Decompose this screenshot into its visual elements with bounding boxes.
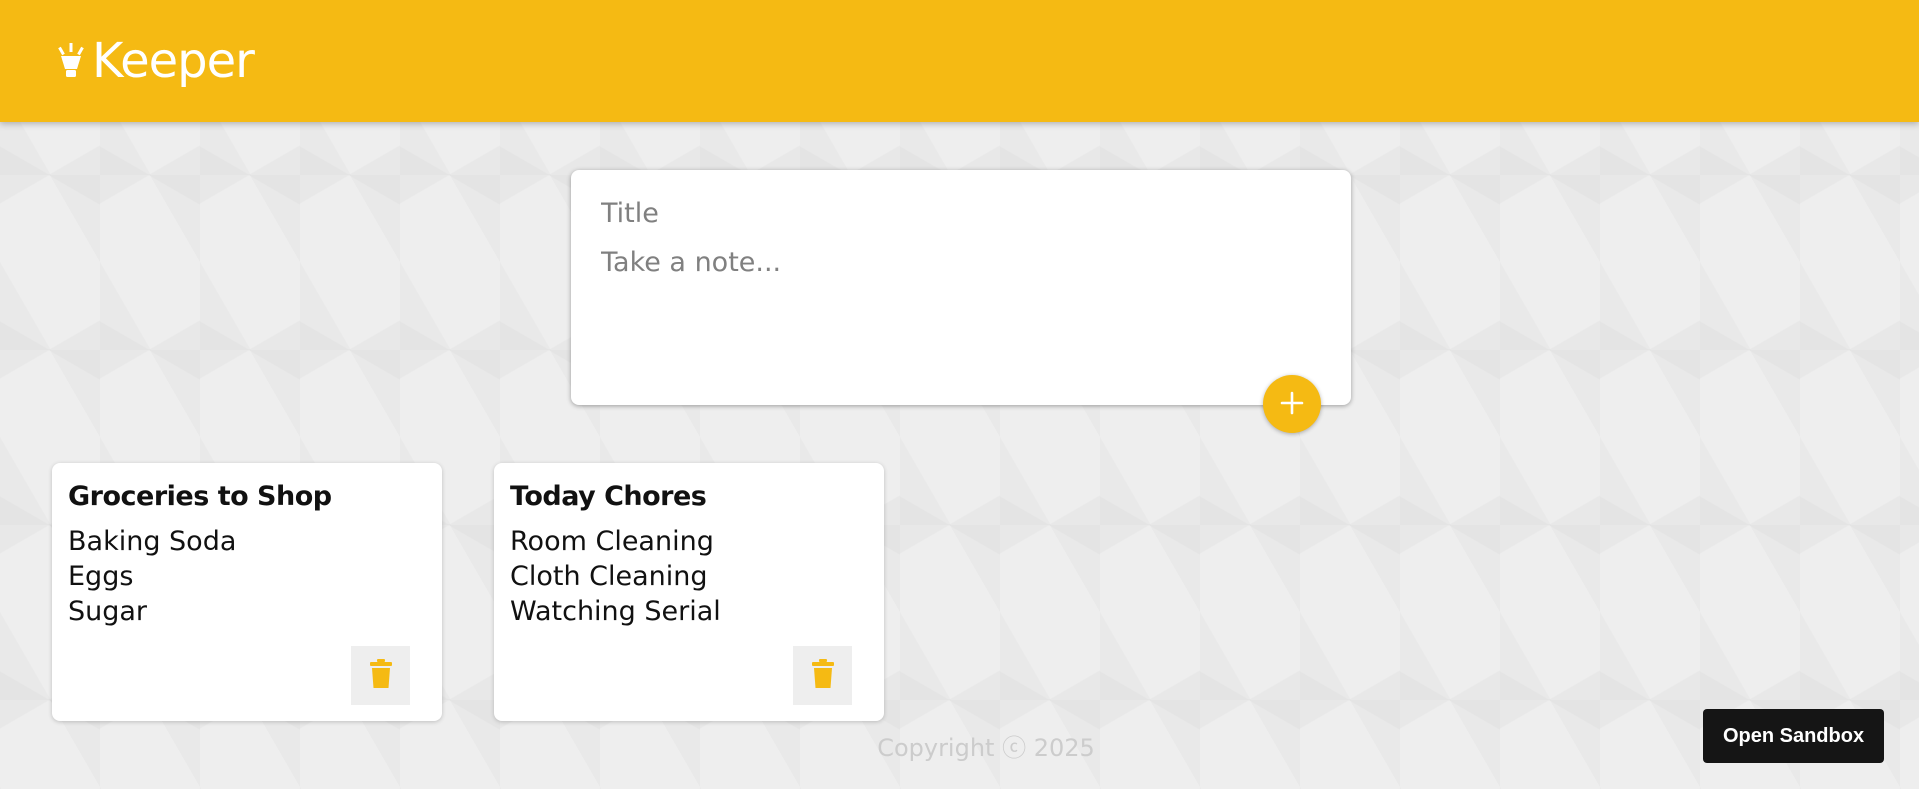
- note-title-input[interactable]: [601, 198, 1321, 229]
- open-sandbox-button[interactable]: Open Sandbox: [1703, 709, 1884, 763]
- note-line: Eggs: [68, 561, 134, 592]
- note-line: Sugar: [68, 596, 148, 627]
- app-logo[interactable]: Keeper: [56, 33, 255, 89]
- delete-note-button[interactable]: [351, 646, 410, 705]
- copyright-text: Copyright ⓒ 2025: [877, 734, 1095, 762]
- note-content-input[interactable]: [601, 247, 1321, 367]
- note-line: Baking Soda: [68, 526, 237, 557]
- note-card: Today Chores Room Cleaning Cloth Cleanin…: [494, 463, 884, 721]
- note-line: Cloth Cleaning: [510, 561, 708, 592]
- note-title: Groceries to Shop: [68, 481, 332, 512]
- plus-icon: [1279, 390, 1305, 419]
- lightbulb-icon: [56, 41, 86, 81]
- page-footer: Copyright ⓒ 2025: [0, 728, 1919, 763]
- app-header: Keeper: [0, 0, 1919, 122]
- delete-note-button[interactable]: [793, 646, 852, 705]
- trash-icon: [811, 659, 835, 692]
- note-title: Today Chores: [510, 481, 707, 512]
- note-line: Room Cleaning: [510, 526, 714, 557]
- trash-icon: [369, 659, 393, 692]
- app-title: Keeper: [92, 33, 255, 89]
- note-line: Watching Serial: [510, 596, 721, 627]
- note-card: Groceries to Shop Baking Soda Eggs Sugar: [52, 463, 442, 721]
- add-note-button[interactable]: [1263, 375, 1321, 433]
- create-note-form: [571, 170, 1351, 405]
